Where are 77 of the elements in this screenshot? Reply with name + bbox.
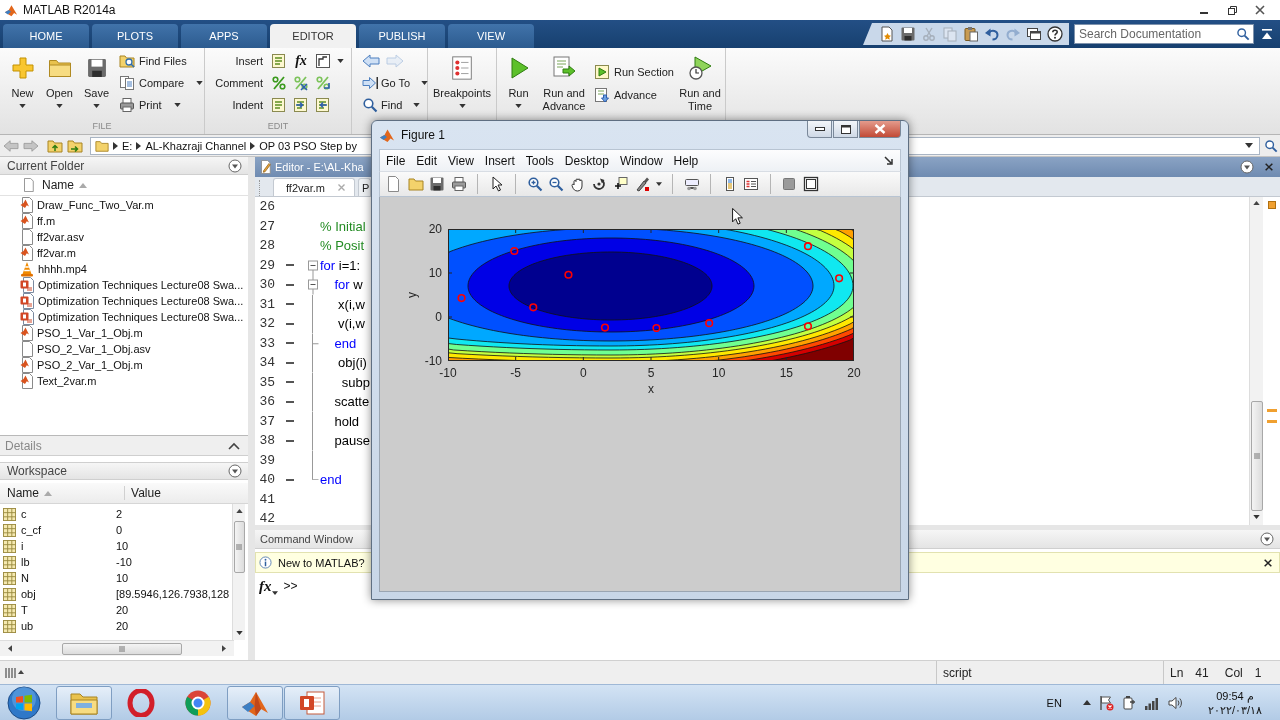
code-line: pause [333, 433, 370, 449]
table-cell: 10 [116, 572, 129, 584]
line-number: 29 [258, 257, 275, 273]
table-cell-text: T [21, 604, 29, 616]
code-line: for w [333, 277, 363, 293]
tick-label: 15 [779, 366, 793, 380]
panel-title: Details [5, 438, 42, 453]
table-cell-text: c_cf [21, 524, 43, 536]
table-cell-text: N [21, 572, 30, 584]
line-number: 30 [258, 277, 275, 293]
axis-label: x [648, 382, 654, 396]
table-cell-text: lb [21, 556, 31, 568]
table-cell-text: obj [21, 588, 37, 600]
group-label: EDIT [266, 120, 290, 133]
panel-title: Command Window [260, 533, 353, 545]
table-cell: 10 [116, 540, 129, 552]
code-line: scatte [333, 394, 370, 410]
row-label: Comment [214, 77, 263, 89]
code-line: for i=1: [320, 257, 361, 273]
status-text: script [943, 665, 972, 680]
tick-label: -10 [424, 354, 442, 368]
tick-label: 20 [847, 366, 861, 380]
line-number: 34 [258, 355, 275, 371]
table-cell: [89.5946,126.7938,128 [116, 588, 230, 600]
group-label: FILE [91, 120, 113, 133]
status-value: 41 [1195, 665, 1209, 680]
line-number: 33 [258, 335, 275, 351]
table-cell: 20 [116, 620, 129, 632]
line-number: 27 [258, 218, 275, 234]
tick-label: -5 [510, 366, 521, 380]
table-cell-text: c [21, 508, 28, 520]
code-line: v(i,w [337, 316, 365, 332]
row-label: Insert [234, 55, 263, 67]
table-cell-text: i [21, 540, 25, 552]
code-line: % Posit [320, 238, 365, 254]
line-number: 41 [258, 491, 275, 507]
code-line: end [333, 335, 357, 351]
app-title: MATLAB R2014a [23, 3, 116, 17]
line-number: 39 [258, 452, 275, 468]
table-cell: -10 [116, 556, 132, 568]
line-number: 32 [258, 316, 275, 332]
code-line: end [320, 472, 342, 488]
code-line: obj(i) [337, 355, 367, 371]
table-cell: 20 [116, 604, 129, 616]
table-cell: 0 [116, 524, 123, 536]
code-line: x(i,w [337, 296, 365, 312]
tick-label: 10 [712, 366, 726, 380]
tick-label: 10 [428, 266, 442, 280]
tick-label: -10 [439, 366, 457, 380]
line-number: 28 [258, 238, 275, 254]
notice-text: New to MATLAB? [278, 556, 365, 569]
tick-label: 0 [435, 310, 442, 324]
code-line: % Initial [320, 218, 366, 234]
code-line: subp [340, 374, 370, 390]
line-number: 42 [258, 511, 275, 527]
axis-label: y [405, 292, 419, 298]
line-number: 26 [258, 199, 275, 215]
code-line: hold [333, 413, 360, 429]
tick-label: 5 [647, 366, 655, 380]
line-number: 35 [258, 374, 275, 390]
figure-title: Figure 1 [401, 128, 446, 142]
status-value: 1 [1254, 665, 1262, 680]
table-cell: 2 [116, 508, 123, 520]
status-label: Col [1224, 665, 1243, 680]
line-number: 38 [258, 433, 275, 449]
panel-title: Workspace [7, 464, 67, 478]
table-cell-text: ub [21, 620, 35, 632]
line-number: 36 [258, 394, 275, 410]
status-label: Ln [1170, 665, 1184, 680]
tick-label: 0 [580, 366, 587, 380]
panel-title: Current Folder [7, 158, 85, 173]
line-number: 31 [258, 296, 275, 312]
line-number: 37 [258, 413, 275, 429]
line-number: 40 [258, 472, 275, 488]
tick-label: 20 [428, 222, 442, 236]
panel-title: Editor - E:\AL-Kha [275, 161, 364, 173]
row-label: Indent [231, 99, 263, 111]
